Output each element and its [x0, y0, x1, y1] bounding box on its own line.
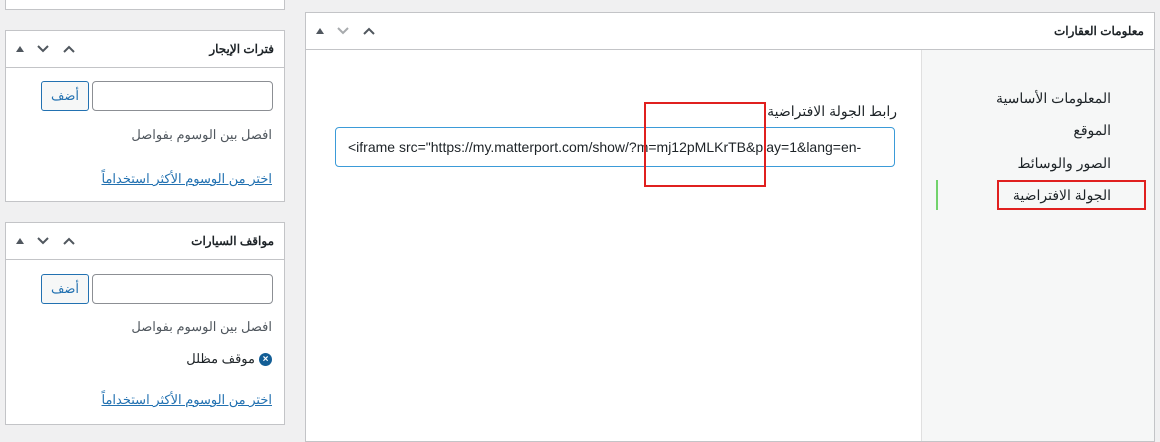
tab-location[interactable]: الموقع [935, 116, 1154, 144]
toggle-triangle-icon[interactable] [10, 36, 30, 62]
rental-periods-add-button[interactable]: أضف [41, 81, 89, 111]
parking-add-button[interactable]: أضف [41, 274, 89, 304]
property-info-header: معلومات العقارات [306, 13, 1154, 50]
property-tabs: المعلومات الأساسية الموقع الصور والوسائط… [921, 50, 1154, 441]
toggle-triangle-icon[interactable] [10, 228, 30, 254]
tab-virtual-tour[interactable]: الجولة الافتراضية [935, 180, 1154, 210]
property-info-controls [310, 13, 382, 49]
parking-header: مواقف السيارات [6, 223, 284, 260]
arrow-down-icon[interactable] [30, 228, 56, 254]
tab-basic-info[interactable]: المعلومات الأساسية [935, 84, 1154, 112]
parking-tag-input[interactable] [92, 274, 273, 304]
tab-label: الموقع [1073, 122, 1111, 138]
rental-periods-controls [10, 31, 82, 67]
arrow-down-icon[interactable] [30, 36, 56, 62]
tab-label: الجولة الافتراضية [1012, 187, 1111, 203]
tab-label: الصور والوسائط [1017, 155, 1111, 171]
property-info-title: معلومات العقارات [1053, 24, 1144, 38]
rental-periods-hint: افصل بين الوسوم بفواصل [131, 127, 272, 142]
rental-periods-most-used-link[interactable]: اختر من الوسوم الأكثر استخداماً [102, 171, 273, 187]
rental-periods-tag-input[interactable] [92, 81, 273, 111]
partial-top-box [5, 0, 285, 10]
parking-most-used-link[interactable]: اختر من الوسوم الأكثر استخداماً [102, 392, 273, 408]
property-info-box: معلومات العقارات المعلومات الأساسية المو… [305, 12, 1155, 442]
tag-label: موقف مظلل [186, 351, 255, 366]
active-tab-indicator [936, 180, 938, 210]
tab-label: المعلومات الأساسية [995, 90, 1111, 106]
arrow-up-icon[interactable] [356, 18, 382, 44]
parking-controls [10, 223, 82, 259]
tab-media[interactable]: الصور والوسائط [935, 149, 1154, 177]
remove-tag-icon[interactable]: × [259, 352, 272, 366]
parking-box: مواقف السيارات أضف افصل بين الوسوم بفواص… [5, 222, 285, 425]
arrow-up-icon[interactable] [56, 36, 82, 62]
virtual-tour-url-label: رابط الجولة الافتراضية [767, 103, 897, 119]
tag-item: × موقف مظلل [186, 351, 272, 367]
parking-title: مواقف السيارات [191, 234, 274, 248]
virtual-tour-url-input[interactable] [335, 127, 895, 167]
rental-periods-box: فترات الإيجار أضف افصل بين الوسوم بفواصل… [5, 30, 285, 202]
arrow-up-icon[interactable] [56, 228, 82, 254]
toggle-triangle-icon[interactable] [310, 18, 330, 44]
arrow-down-icon[interactable] [330, 18, 356, 44]
rental-periods-title: فترات الإيجار [209, 42, 274, 56]
parking-hint: افصل بين الوسوم بفواصل [131, 319, 272, 334]
rental-periods-header: فترات الإيجار [6, 31, 284, 68]
